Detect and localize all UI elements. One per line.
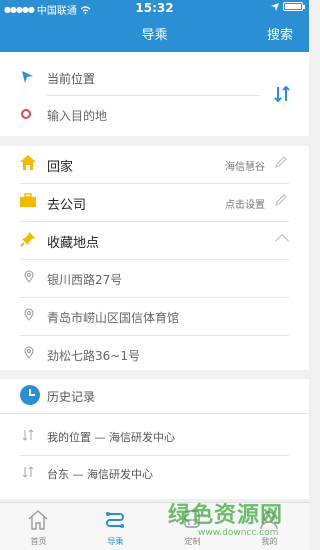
route-card: 当前位置 输入目的地 bbox=[0, 52, 309, 136]
clock-icon bbox=[20, 385, 40, 405]
places-list: 回家 海信慧谷 去公司 点击设置 收藏地点 银川西路27号 青岛市崂山区国信体育… bbox=[0, 146, 309, 370]
favorite-item-label: 银川西路27号 bbox=[47, 273, 123, 287]
route-divider bbox=[47, 95, 260, 96]
watermark: 绿色资源网 www.downcc.com bbox=[168, 497, 308, 547]
home-row[interactable]: 回家 海信慧谷 bbox=[0, 146, 309, 183]
tab-home-label: 首页 bbox=[30, 537, 47, 546]
home-address: 海信慧谷 bbox=[225, 162, 265, 173]
history-item-label: 我的位置 — 海信研发中心 bbox=[47, 431, 175, 444]
swap-route-icon bbox=[22, 466, 34, 478]
favorites-label: 收藏地点 bbox=[47, 236, 100, 251]
edit-home-icon[interactable] bbox=[274, 156, 287, 169]
history-title: 历史记录 bbox=[47, 390, 96, 404]
tab-route[interactable]: 导乘 bbox=[77, 503, 154, 550]
favorite-item-label: 青岛市崂山区国信体育馆 bbox=[47, 311, 180, 325]
home-icon bbox=[28, 510, 48, 530]
top-bar: ●●●●● 中国联通 15:32 导乘 搜索 bbox=[0, 0, 309, 52]
destination-icon bbox=[21, 109, 31, 119]
history-item[interactable]: 我的位置 — 海信研发中心 bbox=[0, 418, 309, 455]
history-item[interactable]: 台东 — 海信研发中心 bbox=[0, 455, 309, 492]
history-header: 历史记录 bbox=[0, 379, 309, 413]
map-pin-icon bbox=[24, 308, 34, 321]
home-label: 回家 bbox=[47, 160, 74, 175]
page-title: 导乘 bbox=[141, 28, 168, 43]
history-item-label: 台东 — 海信研发中心 bbox=[47, 468, 153, 481]
favorite-item[interactable]: 劲松七路36~1号 bbox=[0, 336, 309, 373]
favorite-item[interactable]: 青岛市崂山区国信体育馆 bbox=[0, 298, 309, 335]
status-bar: ●●●●● 中国联通 15:32 bbox=[0, 0, 309, 17]
route-icon bbox=[106, 512, 124, 528]
start-location-input[interactable]: 当前位置 bbox=[47, 70, 95, 87]
tab-home[interactable]: 首页 bbox=[0, 503, 77, 550]
swap-route-icon bbox=[22, 429, 34, 441]
company-address: 点击设置 bbox=[225, 200, 265, 211]
battery-icon bbox=[283, 2, 305, 11]
tab-route-label: 导乘 bbox=[107, 537, 124, 546]
briefcase-icon bbox=[20, 193, 36, 207]
search-button[interactable]: 搜索 bbox=[267, 24, 293, 43]
favorite-item-label: 劲松七路36~1号 bbox=[47, 349, 140, 363]
current-location-icon bbox=[22, 71, 33, 83]
divider bbox=[0, 413, 309, 414]
favorites-header[interactable]: 收藏地点 bbox=[0, 222, 309, 259]
edit-company-icon[interactable] bbox=[274, 194, 287, 207]
history-section: 历史记录 我的位置 — 海信研发中心 台东 — 海信研发中心 bbox=[0, 379, 309, 499]
destination-input[interactable]: 输入目的地 bbox=[47, 107, 107, 124]
home-icon bbox=[20, 155, 36, 170]
company-label: 去公司 bbox=[47, 198, 87, 213]
company-row[interactable]: 去公司 点击设置 bbox=[0, 184, 309, 221]
watermark-text: 绿色资源网 bbox=[168, 503, 284, 528]
map-pin-icon bbox=[24, 346, 34, 359]
pushpin-icon bbox=[20, 232, 35, 247]
swap-icon[interactable] bbox=[274, 85, 290, 103]
location-arrow-icon bbox=[271, 2, 279, 11]
map-pin-icon bbox=[24, 270, 34, 283]
watermark-url: www.downcc.com bbox=[198, 528, 279, 538]
favorite-item[interactable]: 银川西路27号 bbox=[0, 260, 309, 297]
status-time: 15:32 bbox=[135, 1, 174, 15]
chevron-up-icon[interactable] bbox=[274, 233, 290, 249]
